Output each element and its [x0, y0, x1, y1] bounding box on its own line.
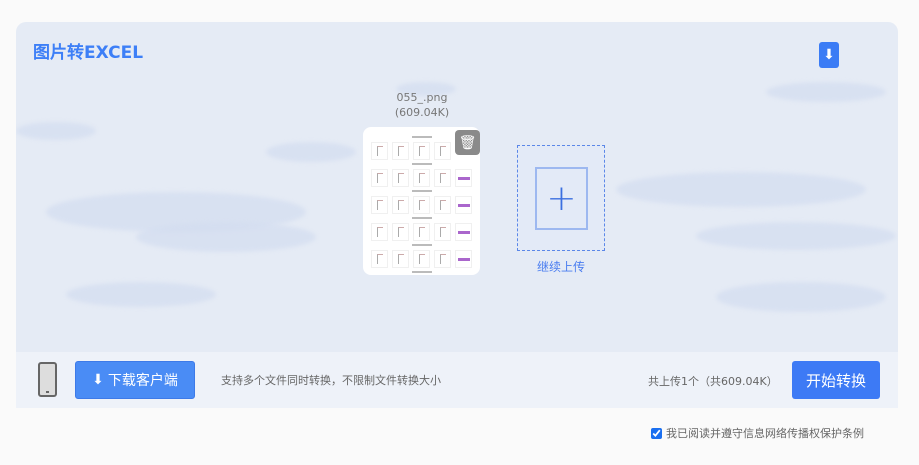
agreement[interactable]: 我已阅读并遵守信息网络传播权保护条例 — [651, 425, 864, 441]
thumb-cell — [392, 196, 409, 214]
download-icon[interactable]: ⬇ — [819, 42, 839, 68]
thumb-row — [371, 169, 472, 187]
trash-icon: 🗑 — [458, 134, 477, 151]
thumb-cell — [413, 169, 430, 187]
plus-icon[interactable]: + — [535, 167, 588, 230]
thumb-row — [371, 223, 472, 241]
thumb-header — [411, 271, 432, 273]
background-texture — [136, 222, 316, 252]
background-texture — [766, 82, 886, 102]
thumb-cell — [371, 142, 388, 160]
thumb-cell — [392, 142, 409, 160]
background-texture — [696, 222, 896, 250]
thumb-header — [411, 163, 432, 165]
action-bar: ⬇ 下载客户端 支持多个文件同时转换，不限制文件转换大小 共上传1个（共609.… — [16, 352, 898, 408]
thumb-cell — [413, 250, 430, 268]
thumb-header — [411, 190, 432, 192]
upload-count: 共上传1个（共609.04K） — [648, 375, 778, 388]
thumb-cell — [371, 196, 388, 214]
thumb-cell — [455, 169, 472, 187]
thumb-cell — [413, 223, 430, 241]
thumb-cell — [392, 250, 409, 268]
background-texture — [66, 282, 216, 307]
start-convert-button[interactable]: 开始转换 — [792, 361, 880, 399]
thumb-cell — [434, 223, 451, 241]
agreement-checkbox[interactable] — [651, 427, 662, 439]
background-texture — [266, 142, 356, 162]
upload-panel: 图片转EXCEL ⬇ 055_.png (609.04K) 🗑 + 继续上传 — [16, 22, 898, 352]
thumb-cell — [413, 142, 430, 160]
thumb-row — [371, 250, 472, 268]
thumb-cell — [371, 223, 388, 241]
continue-upload-link[interactable]: 继续上传 — [517, 258, 605, 275]
thumb-cell — [413, 196, 430, 214]
thumb-cell — [392, 169, 409, 187]
thumb-cell — [392, 223, 409, 241]
page-title: 图片转EXCEL — [33, 43, 144, 63]
thumb-row — [371, 196, 472, 214]
thumb-cell — [434, 196, 451, 214]
agreement-label: 我已阅读并遵守信息网络传播权保护条例 — [666, 427, 864, 440]
file-info: 055_.png (609.04K) — [362, 90, 482, 120]
background-texture — [616, 172, 866, 207]
delete-file-button[interactable]: 🗑 — [455, 130, 480, 155]
download-arrow-icon: ⬇ — [92, 372, 104, 388]
file-size: (609.04K) — [394, 106, 450, 119]
file-name: 055_.png — [396, 91, 448, 104]
thumb-cell — [371, 169, 388, 187]
thumb-cell — [434, 250, 451, 268]
download-client-button[interactable]: ⬇ 下载客户端 — [75, 361, 195, 399]
thumb-header — [411, 136, 432, 138]
background-texture — [716, 282, 886, 312]
thumb-header — [411, 244, 432, 246]
phone-icon — [38, 362, 57, 397]
background-texture — [16, 122, 96, 140]
hint-text: 支持多个文件同时转换，不限制文件转换大小 — [221, 374, 441, 387]
thumb-cell — [371, 250, 388, 268]
download-client-label: 下载客户端 — [107, 373, 178, 389]
thumb-cell — [455, 196, 472, 214]
thumb-cell — [434, 142, 451, 160]
thumb-cell — [434, 169, 451, 187]
add-file-dropzone[interactable]: + — [517, 145, 605, 251]
thumb-cell — [455, 250, 472, 268]
thumb-header — [411, 217, 432, 219]
thumb-cell — [455, 223, 472, 241]
